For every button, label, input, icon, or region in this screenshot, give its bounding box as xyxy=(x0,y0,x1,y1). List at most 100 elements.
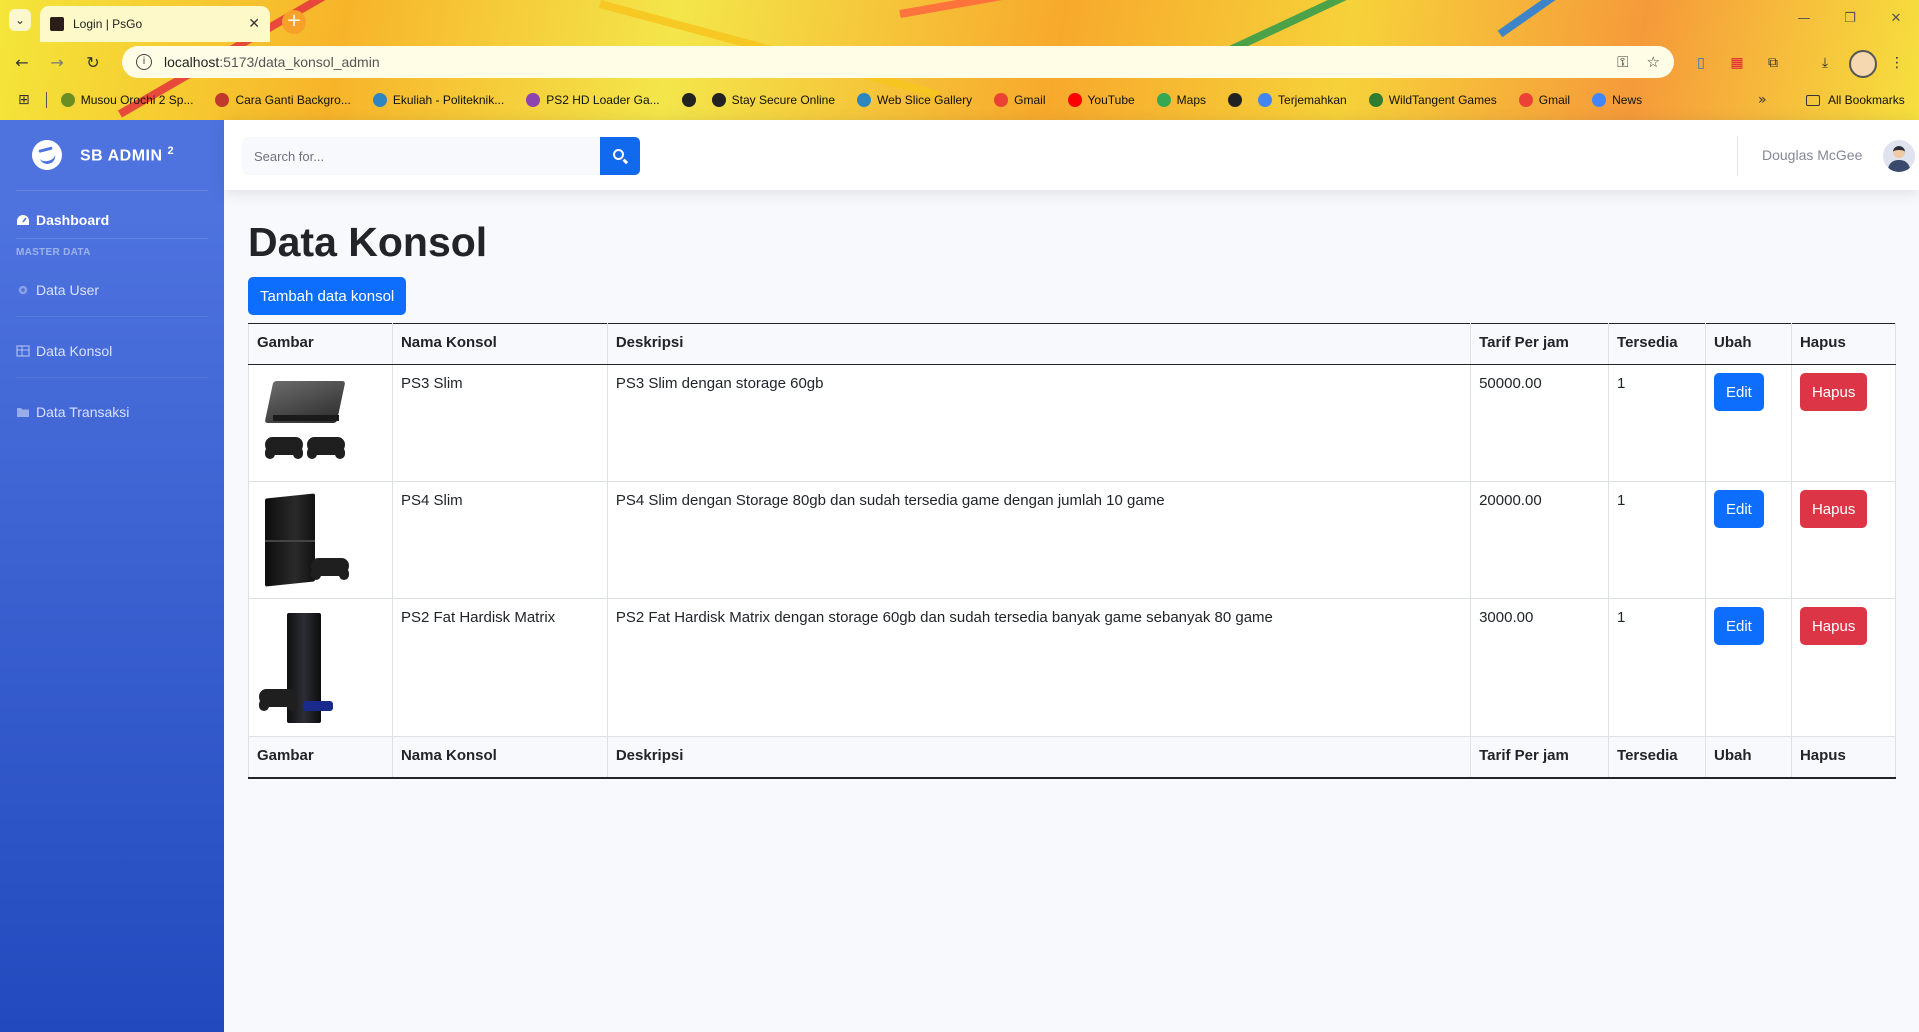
bookmark-item[interactable]: Gmail xyxy=(1518,93,1570,107)
bookmark-item[interactable]: Musou Orochi 2 Sp... xyxy=(60,93,193,107)
url-text[interactable]: localhost:5173/data_konsol_admin xyxy=(164,54,1599,70)
sidebar: SB ADMIN 2 Dashboard MASTER DATA Data Us… xyxy=(0,120,224,1032)
bookmark-item[interactable]: Stay Secure Online xyxy=(711,93,835,107)
bookmark-label: Cara Ganti Backgro... xyxy=(235,93,351,107)
edit-button[interactable]: Edit xyxy=(1714,490,1764,528)
search-button[interactable] xyxy=(600,137,640,175)
bookmark-favicon-icon xyxy=(994,93,1009,107)
browser-tab[interactable]: Login | PsGo ✕ xyxy=(40,6,270,42)
topbar: Douglas McGee xyxy=(224,120,1919,190)
brand-text: SB ADMIN xyxy=(80,147,163,165)
navigation-bar: ← → ↻ i localhost:5173/data_konsol_admin… xyxy=(0,42,1919,82)
download-icon[interactable]: ⤓ xyxy=(1814,52,1836,74)
controller-image xyxy=(311,558,349,580)
console-rate: 20000.00 xyxy=(1470,481,1610,599)
console-image-cell xyxy=(248,364,393,482)
extension-icon[interactable]: ▦ xyxy=(1726,52,1748,74)
sidebar-brand[interactable]: SB ADMIN 2 xyxy=(0,120,224,190)
console-slot xyxy=(273,415,339,421)
delete-cell: Hapus xyxy=(1790,481,1897,599)
bookmark-item[interactable]: Terjemahkan xyxy=(1258,93,1347,107)
column-header: Hapus xyxy=(1790,323,1897,365)
console-available: 1 xyxy=(1608,364,1706,482)
bookmark-item[interactable]: News xyxy=(1592,93,1642,107)
bookmark-item[interactable]: Maps xyxy=(1156,93,1207,107)
sidebar-item-data-user[interactable]: Data User xyxy=(0,276,224,304)
site-info-icon[interactable]: i xyxy=(136,54,152,70)
console-name: PS2 Fat Hardisk Matrix xyxy=(391,598,608,737)
apps-grid-icon[interactable]: ⊞ xyxy=(18,92,30,108)
address-bar[interactable]: i localhost:5173/data_konsol_admin ⚿ ☆ xyxy=(122,46,1674,78)
console-stripe xyxy=(265,540,315,542)
sidebar-item-data-konsol[interactable]: Data Konsol xyxy=(0,337,224,365)
bookmark-star-icon[interactable]: ☆ xyxy=(1647,53,1660,71)
bookmark-favicon-icon xyxy=(1518,93,1533,107)
bookmark-label: Maps xyxy=(1176,93,1207,107)
add-console-button[interactable]: Tambah data konsol xyxy=(248,277,407,315)
tab-list-button[interactable]: ⌄ xyxy=(9,9,31,31)
bookmark-label: Ekuliah - Politeknik... xyxy=(392,93,505,107)
controller-image xyxy=(265,437,303,459)
edit-cell: Edit xyxy=(1705,481,1792,599)
back-button[interactable]: ← xyxy=(9,50,35,76)
extensions-puzzle-icon[interactable]: ⧉ xyxy=(1762,52,1784,74)
console-description: PS4 Slim dengan Storage 80gb dan sudah t… xyxy=(606,481,1472,599)
bookmark-item[interactable]: Gmail xyxy=(994,93,1046,107)
table-row: PS2 Fat Hardisk Matrix PS2 Fat Hardisk M… xyxy=(248,598,1897,737)
bookmarks-divider xyxy=(45,92,47,108)
menu-kebab-icon[interactable]: ⋮ xyxy=(1886,52,1908,74)
console-available: 1 xyxy=(1608,598,1706,737)
edit-button[interactable]: Edit xyxy=(1714,373,1764,411)
bookmark-item[interactable]: WildTangent Games xyxy=(1368,93,1497,107)
bookmark-item[interactable]: Ekuliah - Politeknik... xyxy=(372,93,505,107)
bookmark-favicon-icon xyxy=(372,93,387,107)
window-controls: — ❐ ✕ xyxy=(1781,0,1919,38)
bookmark-item[interactable]: Web Slice Gallery xyxy=(857,93,972,107)
delete-button[interactable]: Hapus xyxy=(1799,490,1868,528)
bookmark-item[interactable] xyxy=(681,93,702,107)
console-rate: 3000.00 xyxy=(1470,598,1610,737)
console-table: Gambar Nama Konsol Deskripsi Tarif Per j… xyxy=(248,323,1897,779)
reload-button[interactable]: ↻ xyxy=(80,50,106,76)
profile-avatar[interactable] xyxy=(1849,50,1877,78)
bookmark-label: WildTangent Games xyxy=(1388,93,1497,107)
new-tab-button[interactable]: + xyxy=(282,10,306,34)
column-header: Deskripsi xyxy=(606,323,1472,365)
bookmark-favicon-icon xyxy=(1228,93,1243,107)
forward-button[interactable]: → xyxy=(44,50,70,76)
user-avatar[interactable] xyxy=(1883,140,1915,172)
minimize-button[interactable]: — xyxy=(1781,0,1827,38)
close-window-button[interactable]: ✕ xyxy=(1873,0,1919,38)
more-bookmarks-icon[interactable]: » xyxy=(1758,92,1767,108)
tab-close-icon[interactable]: ✕ xyxy=(248,16,260,32)
site-favicon-icon xyxy=(50,17,64,31)
console-available: 1 xyxy=(1608,481,1706,599)
bookmark-item[interactable] xyxy=(1228,93,1248,107)
extension-docs-icon[interactable]: ▯ xyxy=(1690,52,1712,74)
all-bookmarks-button[interactable]: All Bookmarks xyxy=(1806,93,1905,107)
bookmarks-bar: ⊞ Musou Orochi 2 Sp... Cara Ganti Backgro… xyxy=(0,86,1919,114)
bookmark-favicon-icon xyxy=(1067,93,1082,107)
delete-button[interactable]: Hapus xyxy=(1799,373,1868,411)
search-input[interactable] xyxy=(242,137,600,175)
edit-button[interactable]: Edit xyxy=(1714,607,1764,645)
column-footer: Hapus xyxy=(1790,736,1897,779)
sidebar-item-label: Data Transaksi xyxy=(36,404,130,420)
console-image-cell xyxy=(248,598,393,737)
main-content: Data Konsol Tambah data konsol Gambar Na… xyxy=(248,190,1897,779)
bookmark-item[interactable]: YouTube xyxy=(1067,93,1135,107)
password-key-icon[interactable]: ⚿ xyxy=(1617,53,1628,71)
user-name[interactable]: Douglas McGee xyxy=(1762,147,1862,163)
sidebar-item-dashboard[interactable]: Dashboard xyxy=(0,206,224,234)
delete-button[interactable]: Hapus xyxy=(1799,607,1868,645)
bookmark-item[interactable]: Cara Ganti Backgro... xyxy=(215,93,351,107)
ps3-slim-console-image xyxy=(257,371,353,467)
table-footer: Gambar Nama Konsol Deskripsi Tarif Per j… xyxy=(248,736,1897,779)
bookmark-label: News xyxy=(1612,93,1643,107)
bookmark-label: Web Slice Gallery xyxy=(877,93,973,107)
table-row: PS4 Slim PS4 Slim dengan Storage 80gb da… xyxy=(248,481,1897,599)
bookmark-item[interactable]: PS2 HD Loader Ga... xyxy=(526,93,660,107)
maximize-button[interactable]: ❐ xyxy=(1827,0,1873,38)
cog-icon xyxy=(18,285,28,295)
sidebar-item-data-transaksi[interactable]: Data Transaksi xyxy=(0,398,224,426)
